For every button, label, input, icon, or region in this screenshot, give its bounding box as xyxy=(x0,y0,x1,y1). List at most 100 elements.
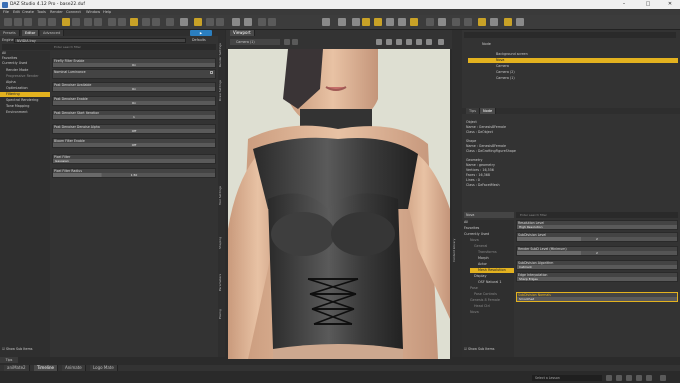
undo-icon[interactable] xyxy=(38,18,46,26)
tree-item[interactable]: Nova xyxy=(470,310,479,315)
create-camera-icon[interactable] xyxy=(94,18,102,26)
group-icon[interactable] xyxy=(152,18,160,26)
param-render-subd-level[interactable]: Render SubD Level (Minimum) 2 xyxy=(516,246,678,256)
param-subdivision-normals[interactable]: SubDivision Normals Smoothed xyxy=(516,292,678,302)
redo-icon[interactable] xyxy=(48,18,56,26)
tree-item-selected[interactable]: Mesh Resolution xyxy=(470,268,514,273)
rotate-icon[interactable] xyxy=(322,18,330,26)
lesson-play-icon[interactable] xyxy=(646,375,652,381)
search-filter-input[interactable]: Enter search filter xyxy=(54,45,81,49)
tree-item[interactable]: Nova xyxy=(470,238,479,243)
tree-item[interactable]: Favorites xyxy=(464,226,479,231)
open-icon[interactable] xyxy=(14,18,22,26)
param-resolution-level[interactable]: Resolution Level High Resolution xyxy=(516,220,678,230)
joint-editor-icon[interactable] xyxy=(398,18,406,26)
tab-advanced[interactable]: Advanced xyxy=(40,30,65,36)
render-settings-icon[interactable] xyxy=(72,18,80,26)
tree-item[interactable]: Display xyxy=(474,274,487,279)
region-icon[interactable] xyxy=(452,18,460,26)
tree-item[interactable]: All xyxy=(464,220,468,225)
tree-item[interactable]: Pose xyxy=(470,286,478,291)
draw-icon[interactable] xyxy=(180,18,188,26)
checkbox-icon[interactable] xyxy=(210,71,213,74)
category-item-selected[interactable]: Filtering xyxy=(0,92,50,97)
tree-item[interactable]: Pose Controls xyxy=(474,292,497,297)
bone-icon[interactable] xyxy=(166,18,174,26)
param-subdivision-algorithm[interactable]: SubDivision Algorithm Catmark xyxy=(516,260,678,270)
plane-icon[interactable] xyxy=(142,18,150,26)
category-item[interactable]: Optimization xyxy=(6,86,28,91)
menu-edit[interactable]: Edit xyxy=(13,10,20,14)
transfer-icon[interactable] xyxy=(464,18,472,26)
menu-connect[interactable]: Connect xyxy=(66,10,81,14)
translate-icon[interactable] xyxy=(352,18,360,26)
scale-icon[interactable] xyxy=(374,18,382,26)
tab-logo-mate[interactable]: Logo Mate xyxy=(90,365,118,371)
menu-render[interactable]: Render xyxy=(50,10,63,14)
maximize-icon[interactable]: □ xyxy=(640,0,656,9)
roll-icon[interactable] xyxy=(416,39,422,45)
save-icon[interactable] xyxy=(24,18,32,26)
vtab-scene[interactable] xyxy=(452,50,462,80)
geometry-editor-icon[interactable] xyxy=(438,18,446,26)
close-icon[interactable]: ✕ xyxy=(662,0,678,9)
draw-style-icon[interactable] xyxy=(284,39,290,45)
scene-item[interactable]: Camera (1) xyxy=(468,76,678,81)
universal-tool-icon[interactable] xyxy=(338,18,346,26)
tab-tips[interactable]: Tips xyxy=(0,357,18,363)
category-item[interactable]: Environment xyxy=(6,110,28,115)
lesson-next-icon[interactable] xyxy=(616,375,622,381)
menu-tools[interactable]: Tools xyxy=(37,10,46,14)
tree-item[interactable]: Transforms xyxy=(478,250,497,255)
surface-select-icon[interactable] xyxy=(386,18,394,26)
tab-viewport[interactable]: Viewport xyxy=(230,30,255,36)
scene-item-selected[interactable]: Nova xyxy=(468,58,678,63)
camera-select[interactable]: Camera (1) xyxy=(230,39,280,45)
light-icon[interactable] xyxy=(268,18,276,26)
frame-icon[interactable] xyxy=(376,39,382,45)
vtab-content-library[interactable]: Content Library xyxy=(452,230,462,270)
engine-select[interactable]: NVIDIA Iray xyxy=(14,37,186,43)
param-edge-interpolation[interactable]: Edge Interpolation Sharp Edges xyxy=(516,272,678,282)
zoom-icon[interactable] xyxy=(396,39,402,45)
tab-node[interactable]: Node xyxy=(480,108,497,114)
create-figure-icon[interactable] xyxy=(84,18,92,26)
node-select-icon[interactable] xyxy=(244,18,252,26)
property-denoiser-start[interactable]: Post Denoiser Start Iteration 1 xyxy=(52,110,216,120)
camera-icon[interactable] xyxy=(258,18,266,26)
tree-item[interactable]: General xyxy=(474,244,487,249)
extra-tool-icon[interactable] xyxy=(516,18,524,26)
vtab-draw-settings[interactable]: Draw Settings xyxy=(218,75,225,105)
node-weight-icon[interactable] xyxy=(426,18,434,26)
orbit-icon[interactable] xyxy=(386,39,392,45)
lesson-prev-icon[interactable] xyxy=(606,375,612,381)
primitive-icon[interactable] xyxy=(130,18,138,26)
vtab-tool-settings[interactable]: Tool Settings xyxy=(218,180,225,210)
vtab-render-settings[interactable]: Render Settings xyxy=(218,40,225,70)
tab-animate2[interactable]: aniMate2 xyxy=(4,365,30,371)
tools-icon[interactable] xyxy=(194,18,202,26)
tree-item[interactable]: Actor xyxy=(478,262,487,267)
menu-window[interactable]: Window xyxy=(86,10,100,14)
tree-item[interactable]: Currently Used xyxy=(464,232,489,237)
render-icon[interactable] xyxy=(62,18,70,26)
property-denoiser-enable[interactable]: Post Denoiser Enable On xyxy=(52,96,216,106)
scene-item[interactable]: Background screen xyxy=(468,52,678,57)
show-sub-items-checkbox[interactable]: ☑ Show Sub Items xyxy=(464,347,495,351)
tab-editor[interactable]: Editor xyxy=(22,30,40,36)
lesson-last-icon[interactable] xyxy=(636,375,642,381)
tree-item[interactable]: Morph xyxy=(478,256,489,261)
param-subdivision-level[interactable]: SubDivision Level 2 xyxy=(516,232,678,242)
parameters-search[interactable]: Enter search filter xyxy=(516,212,678,218)
lesson-close-icon[interactable] xyxy=(660,375,666,381)
tab-tips[interactable]: Tips xyxy=(466,108,481,114)
category-item[interactable]: Alpha xyxy=(6,80,16,85)
plugin-icon[interactable] xyxy=(504,18,512,26)
category-item[interactable]: Spectral Rendering xyxy=(6,98,38,103)
property-denoiser-available[interactable]: Post Denoiser Available On xyxy=(52,82,216,92)
tree-item[interactable]: OSF Natural 1 xyxy=(478,280,502,285)
spot-render-icon[interactable] xyxy=(410,18,418,26)
property-pixel-filter[interactable]: Pixel Filter Gaussian xyxy=(52,154,216,164)
defaults-button[interactable]: Defaults xyxy=(192,38,206,42)
dolly-icon[interactable] xyxy=(426,39,432,45)
